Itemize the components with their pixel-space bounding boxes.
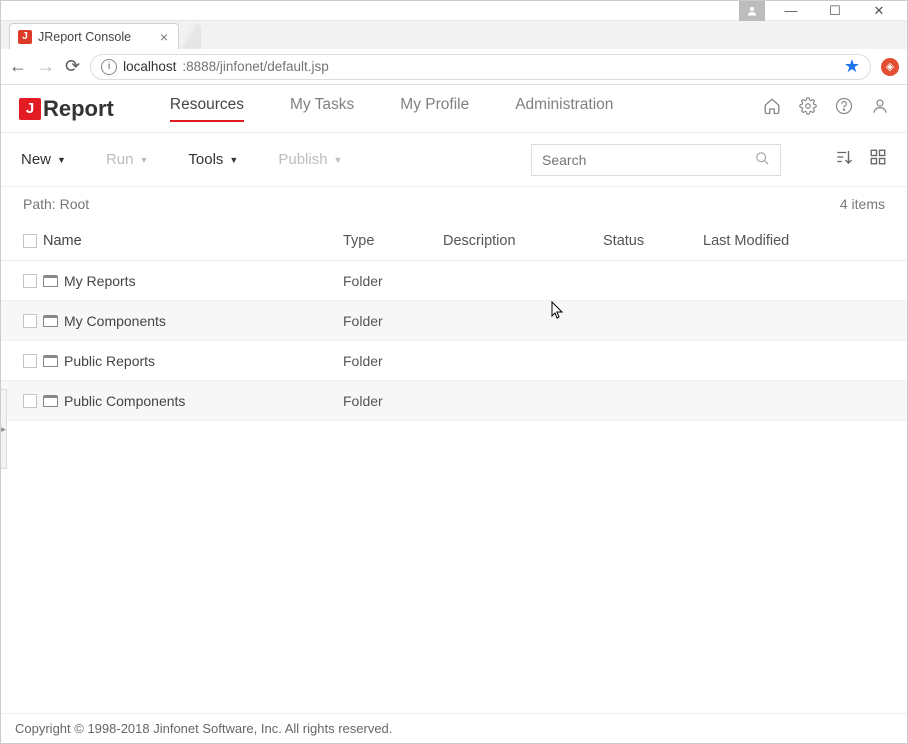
item-type: Folder — [343, 393, 443, 409]
item-name[interactable]: Public Reports — [64, 353, 155, 369]
user-icon[interactable] — [871, 97, 889, 120]
tools-menu[interactable]: Tools▼ — [188, 151, 238, 168]
chevron-down-icon: ▼ — [57, 155, 66, 165]
nav-mytasks[interactable]: My Tasks — [290, 96, 354, 122]
col-description[interactable]: Description — [443, 233, 603, 249]
url-host: localhost — [123, 59, 176, 74]
row-checkbox[interactable] — [23, 354, 37, 368]
chevron-down-icon: ▼ — [229, 155, 238, 165]
site-info-icon[interactable]: i — [101, 59, 117, 75]
home-icon[interactable] — [763, 97, 781, 120]
forward-icon[interactable]: → — [37, 56, 55, 77]
folder-icon — [43, 395, 58, 407]
gear-icon[interactable] — [799, 97, 817, 120]
select-all-checkbox[interactable] — [23, 234, 37, 248]
search-icon[interactable] — [755, 151, 770, 169]
publish-menu[interactable]: Publish▼ — [278, 151, 342, 168]
window-minimize[interactable]: — — [769, 1, 813, 21]
table-row[interactable]: Public Reports Folder — [1, 341, 907, 381]
item-count: 4 items — [840, 196, 885, 212]
folder-icon — [43, 355, 58, 367]
row-checkbox[interactable] — [23, 394, 37, 408]
nav-myprofile[interactable]: My Profile — [400, 96, 469, 122]
new-tab-hint[interactable] — [177, 23, 201, 49]
new-menu[interactable]: New▼ — [21, 151, 66, 168]
url-box[interactable]: i localhost :8888/jinfonet/default.jsp ★ — [90, 54, 871, 80]
logo-mark: J — [19, 98, 41, 120]
favicon: J — [18, 30, 32, 44]
search-input[interactable] — [542, 152, 755, 168]
view-controls — [835, 148, 887, 171]
extension-icon[interactable]: ◈ — [881, 58, 899, 76]
reload-icon[interactable]: ⟳ — [65, 56, 80, 77]
back-icon[interactable]: ← — [9, 56, 27, 77]
copyright: Copyright © 1998-2018 Jinfonet Software,… — [15, 721, 392, 736]
item-type: Folder — [343, 313, 443, 329]
row-checkbox[interactable] — [23, 314, 37, 328]
search-box[interactable] — [531, 144, 781, 176]
col-modified[interactable]: Last Modified — [703, 233, 885, 249]
browser-tab[interactable]: J JReport Console × — [9, 23, 179, 49]
window-chrome: — ☐ ✕ — [1, 1, 907, 21]
app-header: JReport Resources My Tasks My Profile Ad… — [1, 85, 907, 133]
nav-admin[interactable]: Administration — [515, 96, 613, 122]
browser-tab-row: J JReport Console × — [1, 21, 907, 49]
tab-close-icon[interactable]: × — [160, 29, 168, 45]
url-path: :8888/jinfonet/default.jsp — [182, 59, 328, 74]
main-nav: Resources My Tasks My Profile Administra… — [170, 96, 614, 122]
file-table: Name Type Description Status Last Modifi… — [1, 221, 907, 421]
bookmark-star-icon[interactable]: ★ — [844, 56, 860, 77]
tab-title: JReport Console — [38, 30, 131, 44]
breadcrumb[interactable]: Path: Root — [23, 196, 89, 212]
address-bar: ← → ⟳ i localhost :8888/jinfonet/default.… — [1, 49, 907, 85]
col-type[interactable]: Type — [343, 233, 443, 249]
header-icons — [763, 97, 889, 120]
side-expand-handle[interactable]: ▸ — [1, 389, 7, 469]
grid-view-icon[interactable] — [869, 148, 887, 171]
table-row[interactable]: My Reports Folder — [1, 261, 907, 301]
path-row: Path: Root 4 items — [1, 187, 907, 221]
chrome-account-icon[interactable] — [739, 1, 765, 21]
logo-text: Report — [43, 96, 114, 122]
window-close[interactable]: ✕ — [857, 1, 901, 21]
window-maximize[interactable]: ☐ — [813, 1, 857, 21]
folder-icon — [43, 315, 58, 327]
run-menu[interactable]: Run▼ — [106, 151, 148, 168]
chevron-down-icon: ▼ — [139, 155, 148, 165]
logo[interactable]: JReport — [19, 96, 114, 122]
item-name[interactable]: Public Components — [64, 393, 185, 409]
toolbar: New▼ Run▼ Tools▼ Publish▼ — [1, 133, 907, 187]
item-name[interactable]: My Components — [64, 313, 166, 329]
chevron-down-icon: ▼ — [334, 155, 343, 165]
table-header: Name Type Description Status Last Modifi… — [1, 221, 907, 261]
item-name[interactable]: My Reports — [64, 273, 136, 289]
help-icon[interactable] — [835, 97, 853, 120]
folder-icon — [43, 275, 58, 287]
sort-icon[interactable] — [835, 148, 853, 171]
item-type: Folder — [343, 353, 443, 369]
table-row[interactable]: My Components Folder — [1, 301, 907, 341]
table-row[interactable]: Public Components Folder — [1, 381, 907, 421]
col-name[interactable]: Name — [43, 233, 343, 249]
nav-resources[interactable]: Resources — [170, 96, 244, 122]
footer: Copyright © 1998-2018 Jinfonet Software,… — [1, 713, 907, 743]
item-type: Folder — [343, 273, 443, 289]
col-status[interactable]: Status — [603, 233, 703, 249]
row-checkbox[interactable] — [23, 274, 37, 288]
